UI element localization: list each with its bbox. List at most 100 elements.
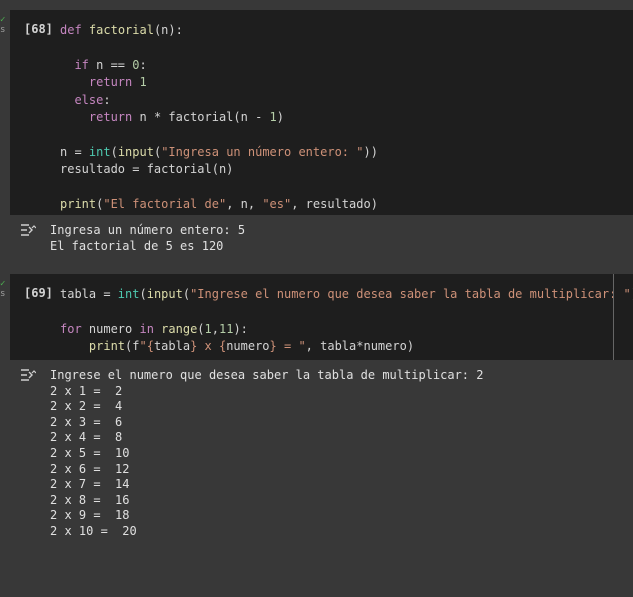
output-line: 2 x 10 = 20 xyxy=(50,523,137,538)
code-line[interactable] xyxy=(60,39,378,56)
code-token: )) xyxy=(363,144,378,159)
execution-count: [68] xyxy=(24,22,53,36)
code-token: ): xyxy=(233,321,248,336)
code-token: numero xyxy=(81,321,140,336)
code-token: , tabla*numero) xyxy=(305,339,415,354)
code-line[interactable] xyxy=(60,126,378,143)
code-token: n == xyxy=(88,57,133,72)
output-line: 2 x 4 = 8 xyxy=(50,430,123,445)
code-token: print xyxy=(88,339,126,354)
code-token: , resultado) xyxy=(291,197,378,212)
code-token: (f xyxy=(125,339,140,354)
code-token: "es" xyxy=(262,197,292,212)
code-token: if xyxy=(74,57,89,72)
code-token: } = " xyxy=(269,339,306,354)
code-token: : xyxy=(103,92,111,107)
code-line[interactable]: if n == 0: xyxy=(60,57,378,74)
output-line: 2 x 6 = 12 xyxy=(50,461,130,476)
code-token: "Ingresa un número entero: " xyxy=(161,144,364,159)
output-line: El factorial de 5 es 120 xyxy=(50,238,224,253)
code-line[interactable]: tabla = int(input("Ingrese el numero que… xyxy=(60,286,633,303)
code-token: factorial xyxy=(88,23,154,37)
code-token: return xyxy=(88,110,133,125)
code-token: : xyxy=(139,57,147,72)
code-token: return xyxy=(88,75,133,90)
horizontal-scroll-edge xyxy=(613,274,614,360)
output-line: 2 x 5 = 10 xyxy=(50,445,130,460)
code-token: 1 xyxy=(204,321,212,336)
code-token: ( xyxy=(197,321,205,336)
output-line: 2 x 7 = 14 xyxy=(50,477,130,492)
code-cell-68[interactable]: ✓ s [68] def factorial(n): if n == 0: ret… xyxy=(0,10,633,215)
output-line: 2 x 3 = 6 xyxy=(50,414,123,429)
code-token: in xyxy=(139,321,154,336)
code-token: print xyxy=(60,197,97,212)
output-line: Ingrese el numero que desea saber la tab… xyxy=(50,368,484,382)
code-line[interactable]: print("El factorial de", n, "es", result… xyxy=(60,196,378,213)
code-token: "Ingrese el numero que desea saber la ta… xyxy=(190,287,631,301)
code-token: ( xyxy=(182,287,191,301)
code-line[interactable]: n = int(input("Ingresa un número entero:… xyxy=(60,144,378,161)
code-token: 1 xyxy=(139,75,147,90)
code-token: resultado = factorial(n) xyxy=(60,162,234,177)
code-line[interactable]: return 1 xyxy=(60,74,378,91)
output-area-68: Ingresa un número entero: 5 El factorial … xyxy=(0,215,633,270)
output-line: 2 x 2 = 4 xyxy=(50,399,123,414)
code-token: input xyxy=(146,287,183,301)
code-token: for xyxy=(60,321,82,336)
output-text: Ingresa un número entero: 5 El factorial … xyxy=(50,223,245,254)
code-line[interactable]: return n * factorial(n - 1) xyxy=(60,109,378,126)
code-token: def xyxy=(60,23,82,37)
code-token: range xyxy=(161,321,198,336)
output-text: Ingrese el numero que desea saber la tab… xyxy=(50,368,483,540)
code-line[interactable]: for numero in range(1,11): xyxy=(60,321,633,338)
output-line: 2 x 9 = 18 xyxy=(50,508,130,523)
code-token: else xyxy=(74,92,104,107)
code-cell-69[interactable]: ✓ s [69] tabla = int(input("Ingrese el nu… xyxy=(0,274,633,360)
code-token: ( xyxy=(110,144,118,159)
code-token: int xyxy=(88,144,111,159)
code-token: 11 xyxy=(219,321,234,336)
code-token: , xyxy=(211,321,219,336)
output-area-69: Ingrese el numero que desea saber la tab… xyxy=(0,360,633,560)
run-status-check-icon: ✓ s xyxy=(0,15,6,35)
code-token: (n): xyxy=(153,23,183,37)
code-lines[interactable]: tabla = int(input("Ingrese el numero que… xyxy=(60,286,633,356)
code-token: 0 xyxy=(132,57,140,72)
code-editor[interactable]: [68] def factorial(n): if n == 0: return… xyxy=(10,10,633,215)
run-status-check-icon: ✓ s xyxy=(0,279,6,299)
code-line[interactable]: print(f"{tabla} x {numero} = ", tabla*nu… xyxy=(60,338,633,355)
code-token: n * factorial(n - xyxy=(132,110,270,125)
code-token: "El factorial de" xyxy=(103,197,227,212)
code-token: "{ xyxy=(139,339,154,354)
code-line[interactable] xyxy=(60,179,378,196)
code-token: } x { xyxy=(190,339,227,354)
code-line[interactable]: resultado = factorial(n) xyxy=(60,161,378,178)
code-token: n = xyxy=(60,144,89,159)
code-token: ) xyxy=(276,110,285,125)
code-token: int xyxy=(117,287,140,301)
code-token: ( xyxy=(139,287,147,301)
code-token: tabla xyxy=(153,339,191,354)
code-line[interactable] xyxy=(60,303,633,320)
code-token: 1 xyxy=(269,110,277,125)
code-lines[interactable]: def factorial(n): if n == 0: return 1 el… xyxy=(60,22,378,213)
output-line: 2 x 8 = 16 xyxy=(50,492,130,507)
code-editor[interactable]: [69] tabla = int(input("Ingrese el numer… xyxy=(10,274,633,360)
code-token: , n, xyxy=(226,197,263,212)
execution-count: [69] xyxy=(24,286,53,300)
output-line: 2 x 1 = 2 xyxy=(50,383,123,398)
code-line[interactable]: else: xyxy=(60,92,378,109)
output-arrow-icon[interactable] xyxy=(20,368,36,382)
output-arrow-icon[interactable] xyxy=(20,223,36,237)
code-token: numero xyxy=(226,339,270,354)
code-token: tabla = xyxy=(60,287,118,301)
code-line[interactable]: def factorial(n): xyxy=(60,22,378,39)
